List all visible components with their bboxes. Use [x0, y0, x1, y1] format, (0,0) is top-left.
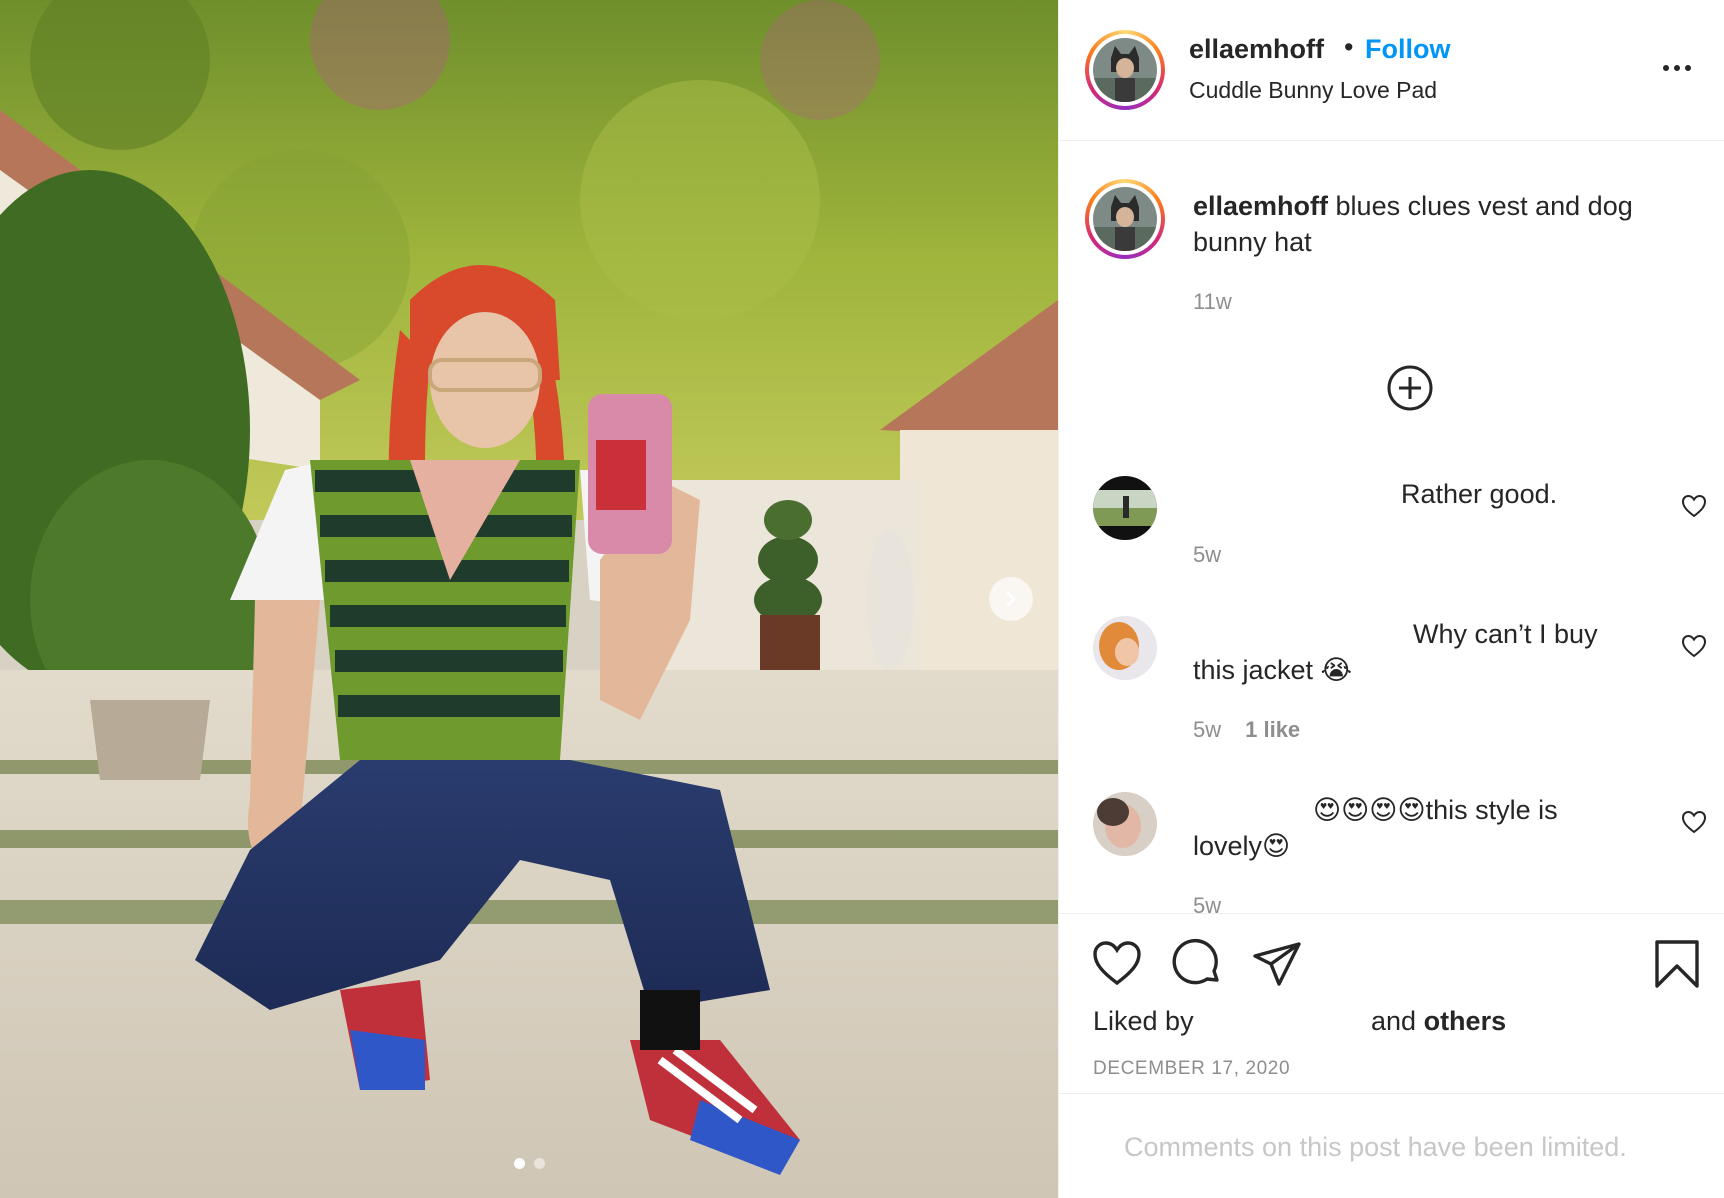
- comment-text: Rather good.: [1401, 479, 1558, 509]
- comment-age-value[interactable]: 5w: [1193, 717, 1221, 742]
- heart-icon[interactable]: [1091, 938, 1143, 990]
- avatar-image: [1093, 38, 1157, 102]
- avatar-image: [1093, 476, 1157, 540]
- post-header: ellaemhoff • Follow Cuddle Bunny Love Pa…: [1059, 0, 1724, 141]
- photo-illustration: [0, 0, 1058, 1198]
- follow-button[interactable]: Follow: [1365, 34, 1450, 65]
- post-photo[interactable]: [0, 0, 1058, 1198]
- carousel-indicator: [514, 1158, 545, 1169]
- comments-limited-text: Comments on this post have been limited.: [1124, 1132, 1627, 1162]
- avatar-image: [1093, 187, 1157, 251]
- liked-by-others[interactable]: and others: [1371, 1006, 1506, 1037]
- paper-plane-icon[interactable]: [1251, 938, 1303, 990]
- chevron-right-icon: [1006, 591, 1016, 607]
- liked-by-and: and: [1371, 1006, 1417, 1036]
- caption-text: ellaemhoff blues clues vest and dog: [1193, 188, 1633, 224]
- post-date[interactable]: DECEMBER 17, 2020: [1093, 1058, 1290, 1080]
- author-avatar[interactable]: [1085, 30, 1165, 110]
- carousel-dot: [534, 1158, 545, 1169]
- comment-meta: 5w 1 like: [1193, 717, 1300, 743]
- post-actions: Liked by and others DECEMBER 17, 2020: [1059, 913, 1724, 1093]
- comment-like-count[interactable]: 1 like: [1245, 717, 1300, 742]
- carousel-dot-active: [514, 1158, 525, 1169]
- comment-text-line2: this jacket 😭: [1193, 655, 1353, 685]
- liked-by-summary[interactable]: Liked by and others: [1093, 1006, 1506, 1037]
- commenter-avatar[interactable]: [1093, 792, 1157, 856]
- next-photo-button[interactable]: [989, 577, 1033, 621]
- comment-age: 5w: [1193, 542, 1221, 568]
- comments-list[interactable]: ellaemhoff blues clues vest and dog bunn…: [1059, 142, 1724, 914]
- header-separator: •: [1344, 32, 1354, 62]
- avatar-image: [1093, 616, 1157, 680]
- caption-avatar[interactable]: [1085, 179, 1165, 259]
- comment-like-heart-icon[interactable]: [1681, 633, 1707, 659]
- liked-by-prefix: Liked by: [1093, 1006, 1194, 1036]
- comments-limited-notice: Comments on this post have been limited.: [1059, 1093, 1724, 1198]
- comment-icon[interactable]: [1171, 938, 1223, 990]
- comment-like-heart-icon[interactable]: [1681, 493, 1707, 519]
- post-location[interactable]: Cuddle Bunny Love Pad: [1189, 77, 1437, 104]
- post-detail-panel: ellaemhoff • Follow Cuddle Bunny Love Pa…: [1058, 0, 1724, 1198]
- caption-age[interactable]: 11w: [1193, 289, 1232, 315]
- author-username[interactable]: ellaemhoff: [1189, 34, 1324, 65]
- comment-age-value[interactable]: 5w: [1193, 893, 1221, 914]
- avatar-image: [1093, 792, 1157, 856]
- bookmark-icon[interactable]: [1651, 938, 1703, 990]
- comment-like-heart-icon[interactable]: [1681, 809, 1707, 835]
- commenter-avatar[interactable]: [1093, 476, 1157, 540]
- caption-username[interactable]: ellaemhoff: [1193, 191, 1328, 221]
- caption-body: blues clues vest and dog: [1328, 191, 1633, 221]
- more-options-icon[interactable]: [1663, 58, 1699, 78]
- liked-by-others-label[interactable]: others: [1424, 1006, 1507, 1036]
- comment-text: Why can’t I buy: [1413, 619, 1598, 649]
- commenter-avatar[interactable]: [1093, 616, 1157, 680]
- comment-age: 5w: [1193, 893, 1221, 914]
- comment-text: 😍😍😍😍this style is: [1313, 795, 1558, 825]
- caption-text-line2: bunny hat: [1193, 227, 1312, 257]
- load-more-comments-icon[interactable]: [1386, 364, 1434, 412]
- comment-age-value[interactable]: 5w: [1193, 542, 1221, 567]
- comment-text-line2: lovely😍: [1193, 831, 1291, 861]
